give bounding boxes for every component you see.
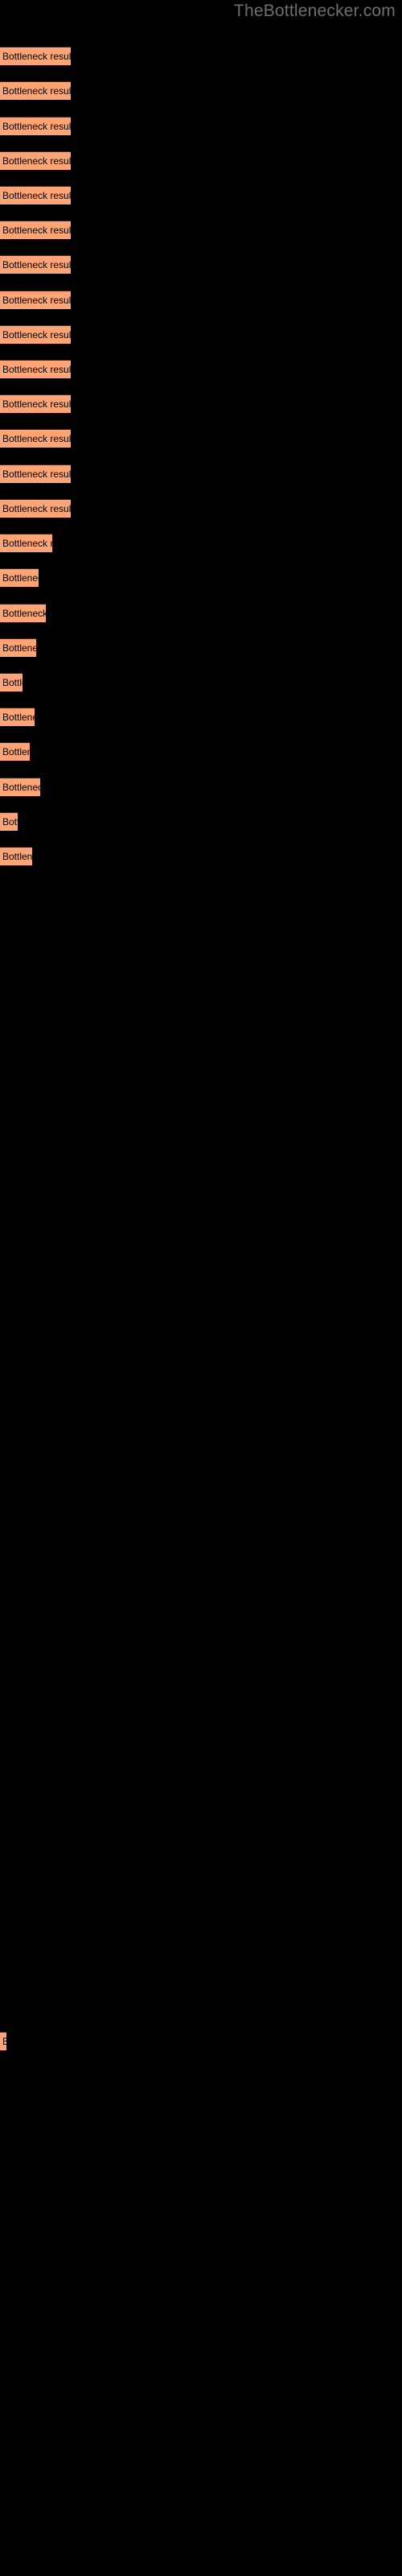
bar-label: Bottleneck result (2, 572, 39, 584)
bar-clip: Bottleneck result (0, 2032, 6, 2050)
bar-clip: Bottleneck result (0, 847, 32, 865)
bar-bottleneck-result[interactable]: Bottleneck result (0, 812, 18, 831)
bar-bottleneck-result[interactable]: Bottleneck result (0, 499, 71, 518)
bar-label: Bottleneck result (2, 608, 46, 619)
bar-bottleneck-result[interactable]: Bottleneck result (0, 360, 71, 378)
bar-label: Bottleneck result (2, 190, 71, 201)
bar-clip: Bottleneck result (0, 464, 71, 483)
bar-bottleneck-result[interactable]: Bottleneck result (0, 604, 46, 622)
bar-clip: Bottleneck result (0, 255, 71, 274)
bar-label: Bottleneck result (2, 816, 18, 828)
bar-bottleneck-result[interactable]: Bottleneck result (0, 847, 32, 865)
bar-bottleneck-result[interactable]: Bottleneck result (0, 638, 36, 657)
bar-label: Bottleneck result (2, 433, 71, 444)
bar-label: Bottleneck result (2, 121, 71, 132)
bar-label: Bottleneck result (2, 398, 71, 410)
bar-bottleneck-result[interactable]: Bottleneck result (0, 778, 40, 796)
bottleneck-bar-chart: Bottleneck result Bottleneck result Bottle… (0, 0, 402, 2576)
bar-bottleneck-result[interactable]: Bottleneck result (0, 568, 39, 587)
bar-label: Bottleneck result (2, 746, 30, 758)
bar-bottleneck-result[interactable]: Bottleneck result (0, 429, 71, 448)
bar-bottleneck-result[interactable]: Bottleneck result (0, 117, 71, 135)
bar-label: Bottleneck result (2, 364, 71, 375)
bar-clip: Bottleneck result (0, 325, 71, 344)
bar-clip: Bottleneck result (0, 638, 36, 657)
bar-bottleneck-result[interactable]: Bottleneck result (0, 151, 71, 170)
bar-label: Bottleneck result (2, 259, 71, 270)
bar-bottleneck-result[interactable]: Bottleneck result (0, 255, 71, 274)
bar-clip: Bottleneck result (0, 47, 71, 65)
bar-clip: Bottleneck result (0, 499, 71, 518)
bar-clip: Bottleneck result (0, 708, 35, 726)
bar-label: Bottleneck result (2, 51, 71, 62)
bar-label: Bottleneck result (2, 712, 35, 723)
bar-label: Bottleneck result (2, 782, 40, 793)
bar-label: Bottleneck result (2, 225, 71, 236)
bar-clip: Bottleneck result (0, 604, 46, 622)
bar-bottleneck-result[interactable]: Bottleneck result (0, 534, 52, 552)
bar-bottleneck-result[interactable]: Bottleneck result (0, 47, 71, 65)
bar-label: Bottleneck result (2, 2036, 6, 2047)
bar-bottleneck-result[interactable]: Bottleneck result (0, 708, 35, 726)
bar-label: Bottleneck result (2, 295, 71, 306)
bar-label: Bottleneck result (2, 329, 71, 341)
bar-label: Bottleneck result (2, 538, 52, 549)
bar-clip: Bottleneck result (0, 742, 30, 761)
bar-clip: Bottleneck result (0, 117, 71, 135)
bar-bottleneck-result[interactable]: Bottleneck result (0, 673, 23, 691)
bar-clip: Bottleneck result (0, 394, 71, 413)
bar-label: Bottleneck result (2, 503, 71, 514)
bar-bottleneck-result[interactable]: Bottleneck result (0, 81, 71, 100)
bar-bottleneck-result[interactable]: Bottleneck result (0, 325, 71, 344)
bar-label: Bottleneck result (2, 677, 23, 688)
bar-clip: Bottleneck result (0, 360, 71, 378)
bar-bottleneck-result[interactable]: Bottleneck result (0, 221, 71, 239)
bar-clip: Bottleneck result (0, 778, 40, 796)
bar-label: Bottleneck result (2, 851, 32, 862)
bar-clip: Bottleneck result (0, 151, 71, 170)
bar-label: Bottleneck result (2, 469, 71, 480)
bar-label: Bottleneck result (2, 155, 71, 167)
bar-bottleneck-result[interactable]: Bottleneck result (0, 291, 71, 309)
bar-clip: Bottleneck result (0, 673, 23, 691)
bar-bottleneck-result[interactable]: Bottleneck result (0, 394, 71, 413)
bar-clip: Bottleneck result (0, 568, 39, 587)
bar-clip: Bottleneck result (0, 221, 71, 239)
bar-clip: Bottleneck result (0, 186, 71, 204)
bar-bottleneck-result[interactable]: Bottleneck result (0, 186, 71, 204)
bar-clip: Bottleneck result (0, 291, 71, 309)
bar-clip: Bottleneck result (0, 429, 71, 448)
bar-clip: Bottleneck result (0, 81, 71, 100)
bar-bottleneck-result[interactable]: Bottleneck result (0, 464, 71, 483)
bar-bottleneck-result[interactable]: Bottleneck result (0, 742, 30, 761)
bar-clip: Bottleneck result (0, 534, 52, 552)
bar-bottleneck-result[interactable]: Bottleneck result (0, 2032, 6, 2050)
bar-label: Bottleneck result (2, 642, 36, 654)
bar-label: Bottleneck result (2, 85, 71, 97)
bar-clip: Bottleneck result (0, 812, 18, 831)
